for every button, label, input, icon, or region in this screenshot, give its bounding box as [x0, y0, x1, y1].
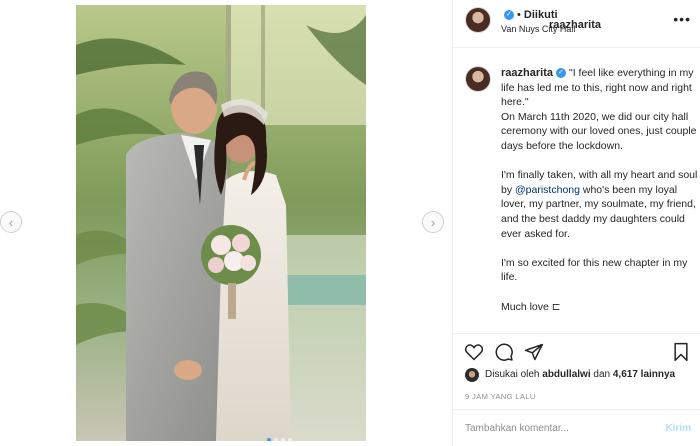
- location-link[interactable]: Van Nuys City Hall: [501, 24, 575, 34]
- likes-summary[interactable]: Disukai oleh abdullalwi dan 4,617 lainny…: [465, 366, 700, 386]
- caption-story: On March 11th 2020, we did our city hall…: [501, 110, 697, 152]
- carousel-dot: [267, 438, 271, 441]
- separator: •: [517, 9, 521, 21]
- carousel-dot: [281, 438, 285, 441]
- wedding-photo: [76, 5, 366, 441]
- liker-avatar: [465, 368, 479, 382]
- caption-section: raazharita ✓ "I feel like everything in my…: [453, 48, 700, 334]
- comment-input[interactable]: Tambahkan komentar...: [465, 423, 569, 434]
- caption-username-link[interactable]: raazharita: [501, 67, 553, 79]
- post-timestamp[interactable]: 9 JAM YANG LALU: [465, 392, 536, 401]
- avatar[interactable]: [465, 66, 491, 92]
- comment-icon[interactable]: [494, 342, 514, 362]
- previous-post-button[interactable]: ‹: [0, 211, 22, 233]
- mention-link[interactable]: @paristchong: [515, 184, 580, 196]
- verified-badge-icon: ✓: [555, 68, 566, 79]
- caption-quote: raazharita ✓ "I feel like everything in my…: [501, 66, 700, 110]
- avatar[interactable]: [465, 7, 491, 33]
- post-comment-button[interactable]: Kirim: [665, 423, 691, 434]
- likes-count-link[interactable]: 4,617 lainnya: [613, 369, 675, 380]
- likes-text: Disukai oleh abdullalwi dan 4,617 lainny…: [485, 369, 676, 380]
- verified-badge-icon: ✓: [504, 10, 514, 21]
- carousel-indicator: [267, 438, 292, 441]
- post-photo[interactable]: [76, 5, 366, 441]
- chevron-left-icon: ‹: [8, 214, 14, 230]
- header-line: raazharita ✓ • Diikuti: [501, 9, 601, 31]
- instagram-post-view: ‹ › raazharita ✓ • Diikuti Van Nuys City H…: [0, 0, 700, 446]
- chevron-right-icon: ›: [430, 214, 436, 230]
- caption-taken: I'm finally taken, with all my heart and…: [501, 169, 698, 240]
- post-side-panel: raazharita ✓ • Diikuti Van Nuys City Hall …: [452, 0, 700, 446]
- comment-box: Tambahkan komentar... Kirim: [453, 409, 700, 446]
- post-header: raazharita ✓ • Diikuti Van Nuys City Hall …: [453, 0, 700, 48]
- more-options-icon[interactable]: •••: [673, 11, 691, 27]
- caption-excited: I'm so excited for this new chapter in m…: [501, 256, 688, 284]
- liker-username-link[interactable]: abdullalwi: [542, 369, 590, 380]
- heart-icon[interactable]: [464, 342, 484, 362]
- caption-sign-off: Much love ⊏: [501, 300, 561, 313]
- carousel-dot: [274, 438, 278, 441]
- share-icon[interactable]: [524, 342, 544, 362]
- bookmark-icon[interactable]: [671, 342, 691, 362]
- next-photo-button[interactable]: ›: [422, 211, 444, 233]
- post-caption: raazharita ✓ "I feel like everything in my…: [501, 66, 700, 314]
- carousel-dot: [288, 438, 292, 441]
- post-actions: [453, 336, 700, 366]
